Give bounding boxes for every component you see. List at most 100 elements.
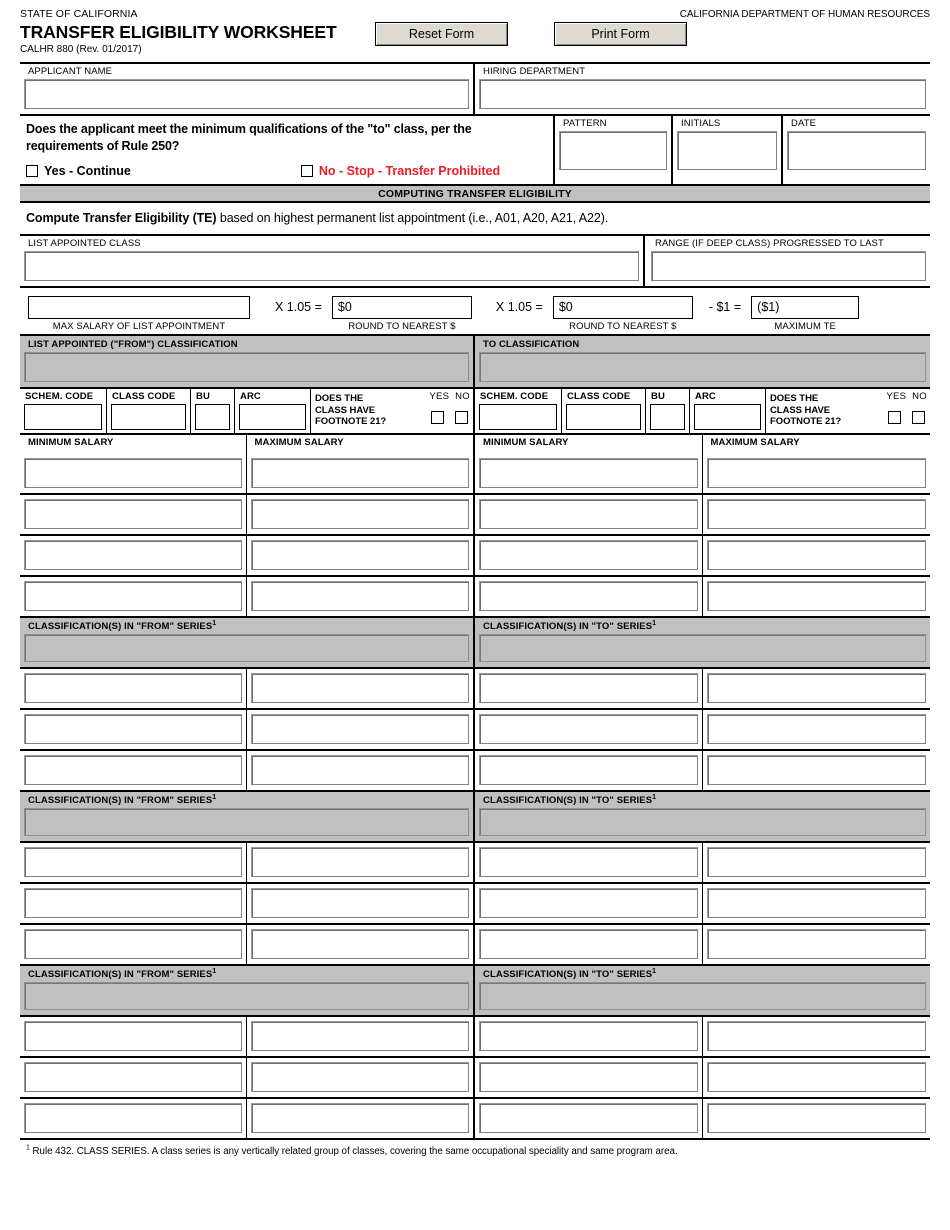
to-series-class-input[interactable] bbox=[706, 1021, 926, 1051]
from-series-class-input[interactable] bbox=[24, 1021, 242, 1051]
from-series-class-input[interactable] bbox=[250, 847, 469, 877]
qualification-no-option[interactable]: No - Stop - Transfer Prohibited bbox=[300, 164, 500, 178]
to-arc-input[interactable] bbox=[694, 404, 761, 430]
from-series-input[interactable] bbox=[24, 808, 469, 836]
to-min-salary-input[interactable] bbox=[479, 540, 698, 570]
max-salary-input[interactable] bbox=[28, 296, 250, 319]
from-series-class-input[interactable] bbox=[24, 755, 242, 785]
from-series-class-input[interactable] bbox=[250, 714, 469, 744]
qualification-yes-option[interactable]: Yes - Continue bbox=[26, 164, 131, 178]
from-series-class-input[interactable] bbox=[24, 714, 242, 744]
pattern-input[interactable] bbox=[559, 131, 667, 170]
from-series-class-input[interactable] bbox=[24, 1103, 242, 1133]
range-deep-class-input[interactable] bbox=[651, 251, 926, 281]
to-series-class-input[interactable] bbox=[479, 714, 698, 744]
from-series-class-input[interactable] bbox=[250, 673, 469, 703]
from-series-input[interactable] bbox=[24, 982, 469, 1010]
from-series-class-input[interactable] bbox=[24, 1062, 242, 1092]
hiring-department-input[interactable] bbox=[479, 79, 926, 109]
from-series-class-input[interactable] bbox=[250, 755, 469, 785]
step2-input[interactable]: $0 bbox=[552, 296, 693, 319]
to-series-class-input[interactable] bbox=[479, 888, 698, 918]
from-max-salary-input[interactable] bbox=[250, 458, 469, 488]
from-series-input[interactable] bbox=[24, 634, 469, 662]
to-classification-input[interactable] bbox=[479, 352, 926, 382]
to-bu-input[interactable] bbox=[650, 404, 685, 430]
to-min-salary-input[interactable] bbox=[479, 581, 698, 611]
from-max-salary-input[interactable] bbox=[250, 499, 469, 529]
from-series-class-input[interactable] bbox=[250, 929, 469, 959]
to-series-class-input[interactable] bbox=[479, 673, 698, 703]
to-series-class-input[interactable] bbox=[706, 929, 926, 959]
to-series-class-input[interactable] bbox=[706, 755, 926, 785]
series-cell bbox=[247, 884, 474, 923]
initials-input[interactable] bbox=[677, 131, 777, 170]
to-series-class-input[interactable] bbox=[479, 1021, 698, 1051]
to-schem-code-input[interactable] bbox=[479, 404, 557, 430]
from-min-salary-input[interactable] bbox=[24, 458, 242, 488]
from-arc-input[interactable] bbox=[239, 404, 306, 430]
to-min-salary-input[interactable] bbox=[479, 458, 698, 488]
from-series-class-input[interactable] bbox=[250, 1103, 469, 1133]
list-appointed-row: LIST APPOINTED CLASS RANGE (IF DEEP CLAS… bbox=[20, 236, 930, 288]
from-schem-code-cell: SCHEM. CODE bbox=[20, 389, 107, 433]
from-class-code-input[interactable] bbox=[111, 404, 186, 430]
to-series-input[interactable] bbox=[479, 634, 926, 662]
from-series-class-input[interactable] bbox=[24, 847, 242, 877]
to-class-code-input[interactable] bbox=[566, 404, 641, 430]
from-min-salary-input[interactable] bbox=[24, 581, 242, 611]
series-footnote-marker: 1 bbox=[652, 967, 657, 975]
to-series-class-input[interactable] bbox=[706, 847, 926, 877]
to-max-salary-input[interactable] bbox=[706, 540, 926, 570]
to-max-salary-input[interactable] bbox=[706, 581, 926, 611]
to-series-class-input[interactable] bbox=[706, 673, 926, 703]
from-classification-input[interactable] bbox=[24, 352, 469, 382]
reset-form-button[interactable]: Reset Form bbox=[375, 22, 508, 46]
from-footnote21-yes-checkbox[interactable] bbox=[431, 411, 445, 424]
from-series-class-input[interactable] bbox=[250, 1062, 469, 1092]
yes-checkbox[interactable] bbox=[26, 165, 38, 177]
from-min-salary-input[interactable] bbox=[24, 540, 242, 570]
to-salary-pair bbox=[475, 575, 930, 616]
from-series-class-input[interactable] bbox=[250, 888, 469, 918]
to-series-class-input[interactable] bbox=[479, 929, 698, 959]
from-series-class-input[interactable] bbox=[24, 929, 242, 959]
from-max-salary-header: MAXIMUM SALARY bbox=[247, 435, 474, 454]
to-series-class-input[interactable] bbox=[706, 1062, 926, 1092]
to-series-class-input[interactable] bbox=[706, 1103, 926, 1133]
from-series-class-input[interactable] bbox=[24, 673, 242, 703]
to-footnote21-yes-checkbox[interactable] bbox=[888, 411, 902, 424]
list-appointed-class-input[interactable] bbox=[24, 251, 639, 281]
from-min-salary-input[interactable] bbox=[24, 499, 242, 529]
from-max-salary-input[interactable] bbox=[250, 540, 469, 570]
to-series-class-input[interactable] bbox=[479, 1062, 698, 1092]
applicant-row: APPLICANT NAME HIRING DEPARTMENT bbox=[20, 64, 930, 116]
no-checkbox[interactable] bbox=[300, 165, 313, 177]
to-series-input[interactable] bbox=[479, 982, 926, 1010]
step1-input[interactable]: $0 bbox=[331, 296, 472, 319]
from-arc-label: ARC bbox=[240, 391, 261, 402]
to-series-input[interactable] bbox=[479, 808, 926, 836]
maximum-te-input[interactable]: ($1) bbox=[751, 296, 860, 319]
to-max-salary-input[interactable] bbox=[706, 458, 926, 488]
print-form-button[interactable]: Print Form bbox=[554, 22, 687, 46]
qualification-question-cell: Does the applicant meet the minimum qual… bbox=[20, 116, 555, 184]
qualification-question: Does the applicant meet the minimum qual… bbox=[26, 122, 472, 153]
from-bu-input[interactable] bbox=[195, 404, 230, 430]
to-footnote21-no-checkbox[interactable] bbox=[912, 411, 926, 424]
to-series-class-input[interactable] bbox=[706, 714, 926, 744]
from-footnote21-no-checkbox[interactable] bbox=[455, 411, 469, 424]
from-schem-code-input[interactable] bbox=[24, 404, 102, 430]
to-series-class-input[interactable] bbox=[706, 888, 926, 918]
to-series-class-input[interactable] bbox=[479, 1103, 698, 1133]
from-series-class-input[interactable] bbox=[24, 888, 242, 918]
date-input[interactable] bbox=[787, 131, 926, 170]
to-max-salary-input[interactable] bbox=[706, 499, 926, 529]
to-series-class-input[interactable] bbox=[479, 847, 698, 877]
computing-te-band: COMPUTING TRANSFER ELIGIBILITY bbox=[20, 186, 930, 203]
to-min-salary-input[interactable] bbox=[479, 499, 698, 529]
to-series-class-input[interactable] bbox=[479, 755, 698, 785]
from-max-salary-input[interactable] bbox=[250, 581, 469, 611]
from-series-class-input[interactable] bbox=[250, 1021, 469, 1051]
applicant-name-input[interactable] bbox=[24, 79, 469, 109]
